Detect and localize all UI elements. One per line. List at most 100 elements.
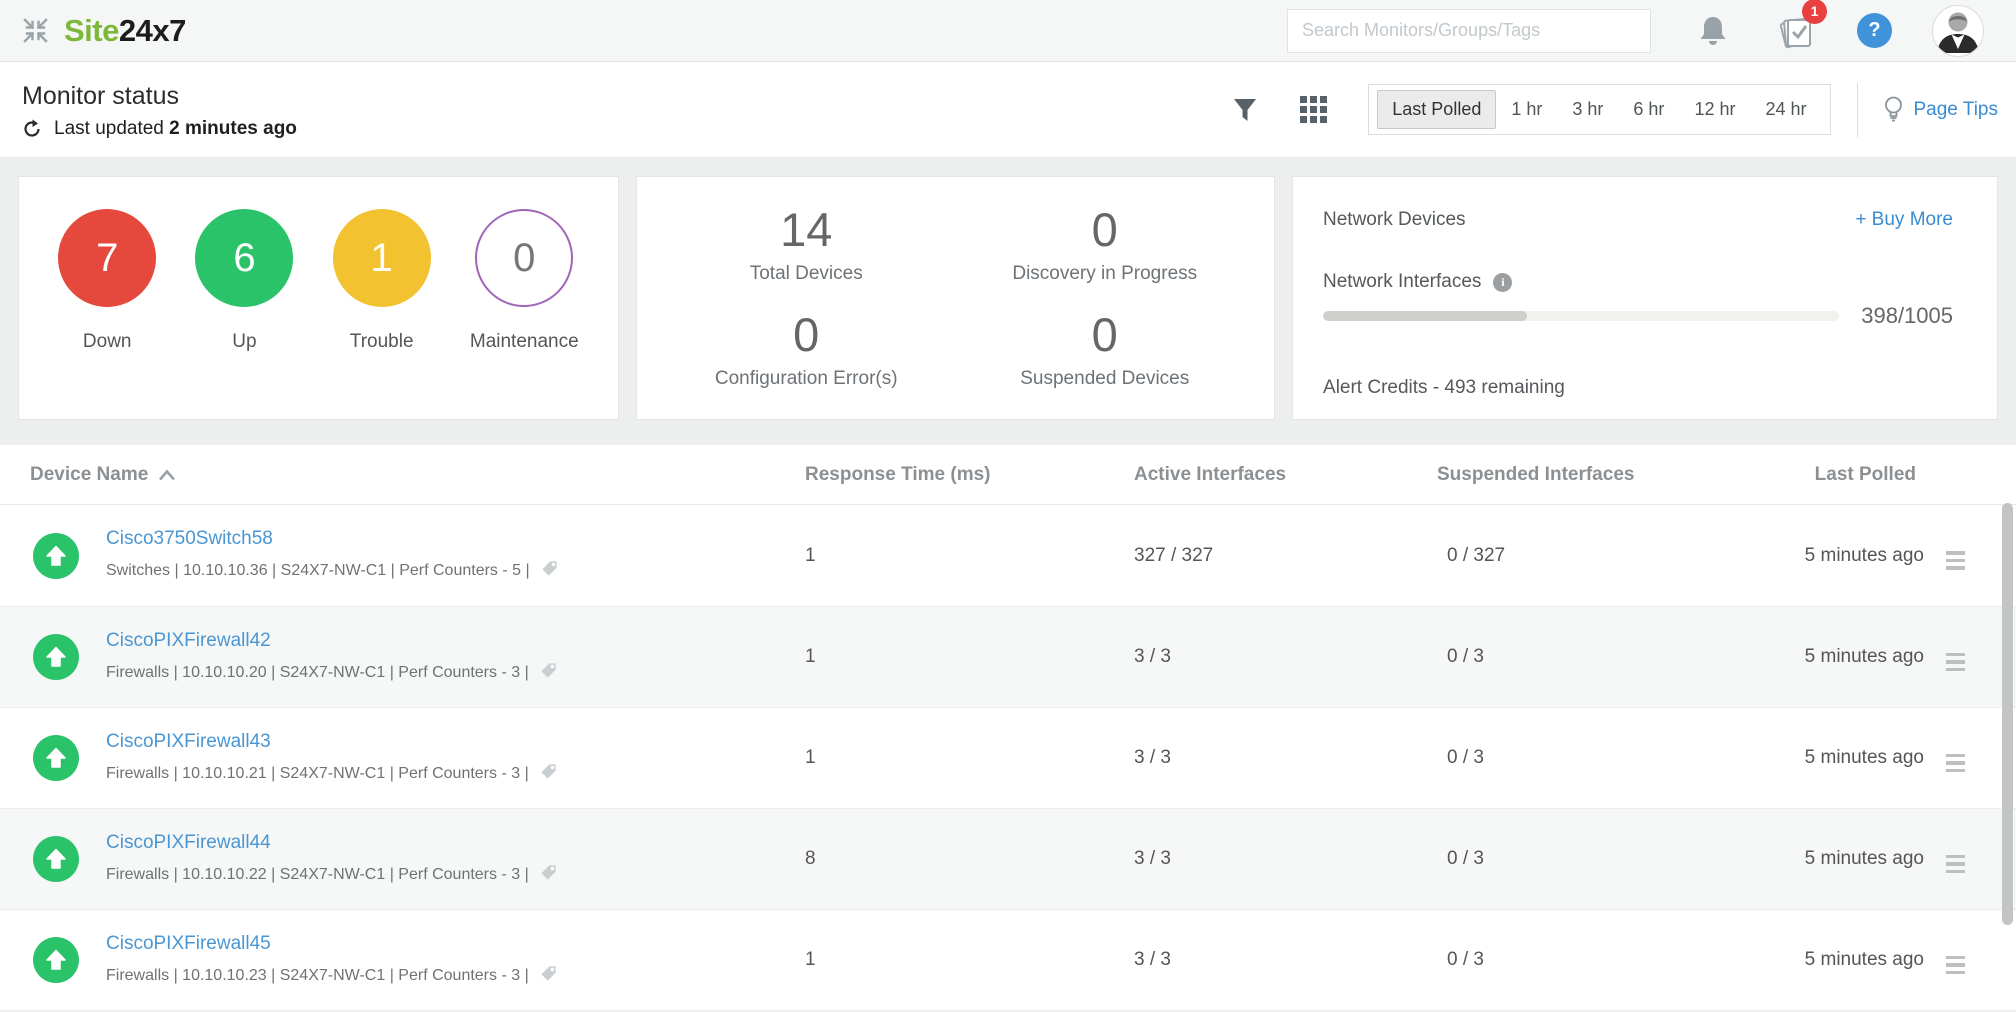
interfaces-progress-bar [1323, 311, 1839, 321]
license-card: Network Devices + Buy More Network Inter… [1292, 176, 1998, 420]
time-range-1hr[interactable]: 1 hr [1496, 91, 1557, 128]
suspended-interfaces-value: 0 / 3 [1395, 949, 1700, 971]
device-name-link[interactable]: CiscoPIXFirewall45 [106, 933, 271, 955]
device-details: Firewalls | 10.10.10.21 | S24X7-NW-C1 | … [106, 765, 529, 783]
info-icon[interactable]: i [1493, 273, 1512, 292]
table-row: Cisco3750Switch58 Switches | 10.10.10.36… [0, 505, 2016, 606]
response-time-value: 1 [775, 545, 1095, 567]
user-avatar[interactable] [1932, 5, 1984, 57]
row-menu-icon[interactable] [1946, 551, 1965, 570]
col-suspended-interfaces[interactable]: Suspended Interfaces [1395, 464, 1700, 486]
col-device-name[interactable]: Device Name [0, 464, 775, 486]
table-row: CiscoPIXFirewall43 Firewalls | 10.10.10.… [0, 707, 2016, 808]
up-status-icon [33, 735, 79, 781]
vertical-scrollbar [2002, 445, 2014, 1012]
active-interfaces-value: 3 / 3 [1095, 848, 1395, 870]
device-name-link[interactable]: CiscoPIXFirewall44 [106, 832, 271, 854]
row-menu-icon[interactable] [1946, 653, 1965, 672]
status-maintenance[interactable]: 0 Maintenance [470, 209, 579, 353]
tag-icon[interactable] [539, 762, 558, 786]
bell-icon[interactable] [1697, 14, 1729, 48]
response-time-value: 1 [775, 747, 1095, 769]
down-count: 7 [58, 209, 156, 307]
search-input[interactable] [1287, 9, 1651, 53]
time-range-last-polled[interactable]: Last Polled [1377, 90, 1496, 129]
response-time-value: 1 [775, 949, 1095, 971]
device-name-link[interactable]: CiscoPIXFirewall42 [106, 630, 271, 652]
suspended-interfaces-value: 0 / 3 [1395, 646, 1700, 668]
progress-fill [1323, 311, 1527, 321]
time-range-selector: Last Polled 1 hr 3 hr 6 hr 12 hr 24 hr [1368, 84, 1830, 135]
status-down[interactable]: 7 Down [58, 209, 156, 353]
status-trouble[interactable]: 1 Trouble [333, 209, 431, 353]
table-row: CiscoPIXFirewall45 Firewalls | 10.10.10.… [0, 909, 2016, 1010]
device-name-link[interactable]: Cisco3750Switch58 [106, 528, 273, 550]
device-name-link[interactable]: CiscoPIXFirewall43 [106, 731, 271, 753]
suspended-interfaces-value: 0 / 3 [1395, 848, 1700, 870]
time-range-3hr[interactable]: 3 hr [1557, 91, 1618, 128]
buy-more-link[interactable]: + Buy More [1855, 209, 1953, 231]
refresh-icon[interactable] [22, 119, 42, 139]
collapse-icon[interactable] [20, 16, 50, 46]
notification-badge: 1 [1802, 0, 1827, 24]
response-time-value: 1 [775, 646, 1095, 668]
trouble-count: 1 [333, 209, 431, 307]
time-range-12hr[interactable]: 12 hr [1679, 91, 1750, 128]
top-bar: Site24x7 1 ? [0, 0, 2016, 62]
sort-asc-icon [158, 469, 176, 481]
tag-icon[interactable] [539, 863, 558, 887]
up-status-icon [33, 634, 79, 680]
network-interfaces-label: Network Interfaces [1323, 271, 1481, 293]
last-polled-value: 5 minutes ago [1700, 949, 1924, 971]
time-range-24hr[interactable]: 24 hr [1750, 91, 1821, 128]
site24x7-logo[interactable]: Site24x7 [64, 13, 186, 49]
device-stats-card: 14 Total Devices 0 Discovery in Progress… [636, 176, 1275, 420]
up-status-icon [33, 937, 79, 983]
divider [1857, 83, 1858, 137]
col-response-time[interactable]: Response Time (ms) [775, 464, 1095, 486]
stat-configuration-errors: 0 Configuration Error(s) [657, 296, 956, 401]
col-active-interfaces[interactable]: Active Interfaces [1095, 464, 1395, 486]
help-icon[interactable]: ? [1857, 13, 1892, 48]
time-range-6hr[interactable]: 6 hr [1618, 91, 1679, 128]
last-updated-text: Last updated 2 minutes ago [54, 118, 297, 140]
bulb-icon [1882, 96, 1905, 123]
device-table: Device Name Response Time (ms) Active In… [0, 445, 2016, 1010]
row-menu-icon[interactable] [1946, 956, 1965, 975]
network-devices-label: Network Devices [1323, 209, 1466, 231]
page-tips-button[interactable]: Page Tips [1882, 96, 1999, 123]
row-menu-icon[interactable] [1946, 754, 1965, 773]
up-status-icon [33, 533, 79, 579]
stat-discovery-in-progress: 0 Discovery in Progress [955, 191, 1254, 296]
active-interfaces-value: 327 / 327 [1095, 545, 1395, 567]
scrollbar-thumb[interactable] [2002, 503, 2013, 925]
last-polled-value: 5 minutes ago [1700, 646, 1924, 668]
alert-credits: Alert Credits - 493 remaining [1323, 377, 1953, 399]
row-menu-icon[interactable] [1946, 855, 1965, 874]
tag-icon[interactable] [540, 559, 559, 583]
table-row: CiscoPIXFirewall44 Firewalls | 10.10.10.… [0, 808, 2016, 909]
status-summary-card: 7 Down 6 Up 1 Trouble 0 Maintenance [18, 176, 619, 420]
suspended-interfaces-value: 0 / 3 [1395, 747, 1700, 769]
page-header: Monitor status Last updated 2 minutes ag… [0, 62, 2016, 158]
page-title: Monitor status [22, 82, 297, 111]
up-status-icon [33, 836, 79, 882]
device-details: Firewalls | 10.10.10.20 | S24X7-NW-C1 | … [106, 664, 529, 682]
announcements-icon[interactable]: 1 [1777, 13, 1813, 49]
table-row: CiscoPIXFirewall42 Firewalls | 10.10.10.… [0, 606, 2016, 707]
last-polled-value: 5 minutes ago [1700, 848, 1924, 870]
col-last-polled[interactable]: Last Polled [1700, 464, 1924, 486]
last-polled-value: 5 minutes ago [1700, 747, 1924, 769]
interfaces-usage: 398/1005 [1861, 303, 1953, 329]
device-details: Firewalls | 10.10.10.23 | S24X7-NW-C1 | … [106, 967, 529, 985]
up-count: 6 [195, 209, 293, 307]
suspended-interfaces-value: 0 / 327 [1395, 545, 1700, 567]
status-up[interactable]: 6 Up [195, 209, 293, 353]
maintenance-count: 0 [475, 209, 573, 307]
tag-icon[interactable] [539, 661, 558, 685]
grid-view-icon[interactable] [1300, 96, 1328, 124]
active-interfaces-value: 3 / 3 [1095, 949, 1395, 971]
filter-icon[interactable] [1230, 95, 1260, 125]
stat-total-devices: 14 Total Devices [657, 191, 956, 296]
tag-icon[interactable] [539, 964, 558, 988]
